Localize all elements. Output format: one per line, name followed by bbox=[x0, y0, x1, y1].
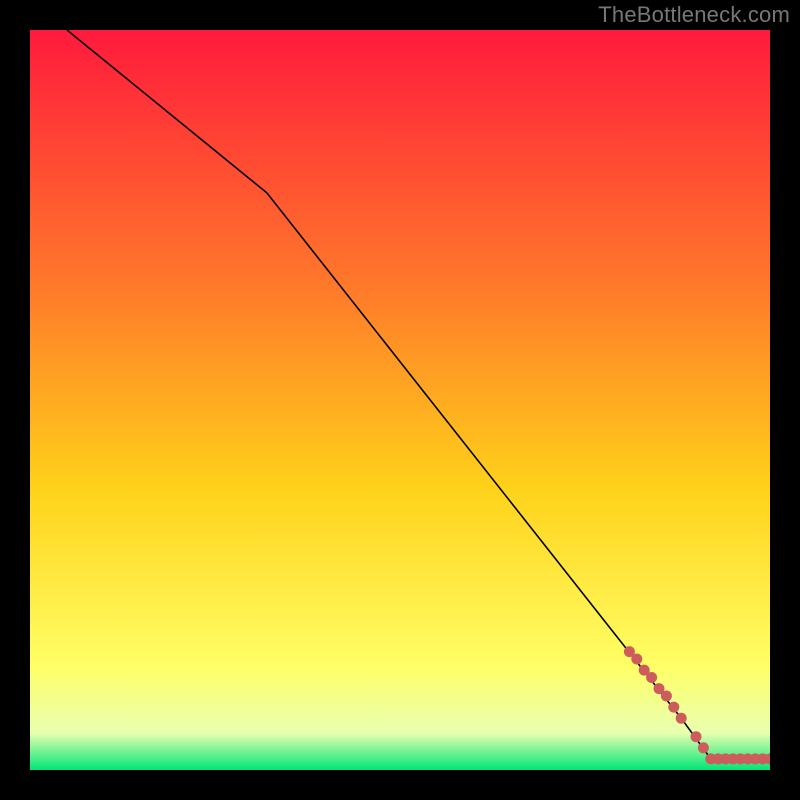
curve-marker bbox=[661, 691, 672, 702]
curve-marker bbox=[691, 731, 702, 742]
watermark-text: TheBottleneck.com bbox=[598, 2, 790, 28]
plot-area bbox=[30, 30, 770, 770]
curve-marker bbox=[676, 713, 687, 724]
curve-marker bbox=[698, 742, 709, 753]
curve-marker bbox=[646, 672, 657, 683]
chart-frame: TheBottleneck.com bbox=[0, 0, 800, 800]
curve-marker bbox=[668, 702, 679, 713]
gradient-background bbox=[30, 30, 770, 770]
curve-marker bbox=[631, 654, 642, 665]
